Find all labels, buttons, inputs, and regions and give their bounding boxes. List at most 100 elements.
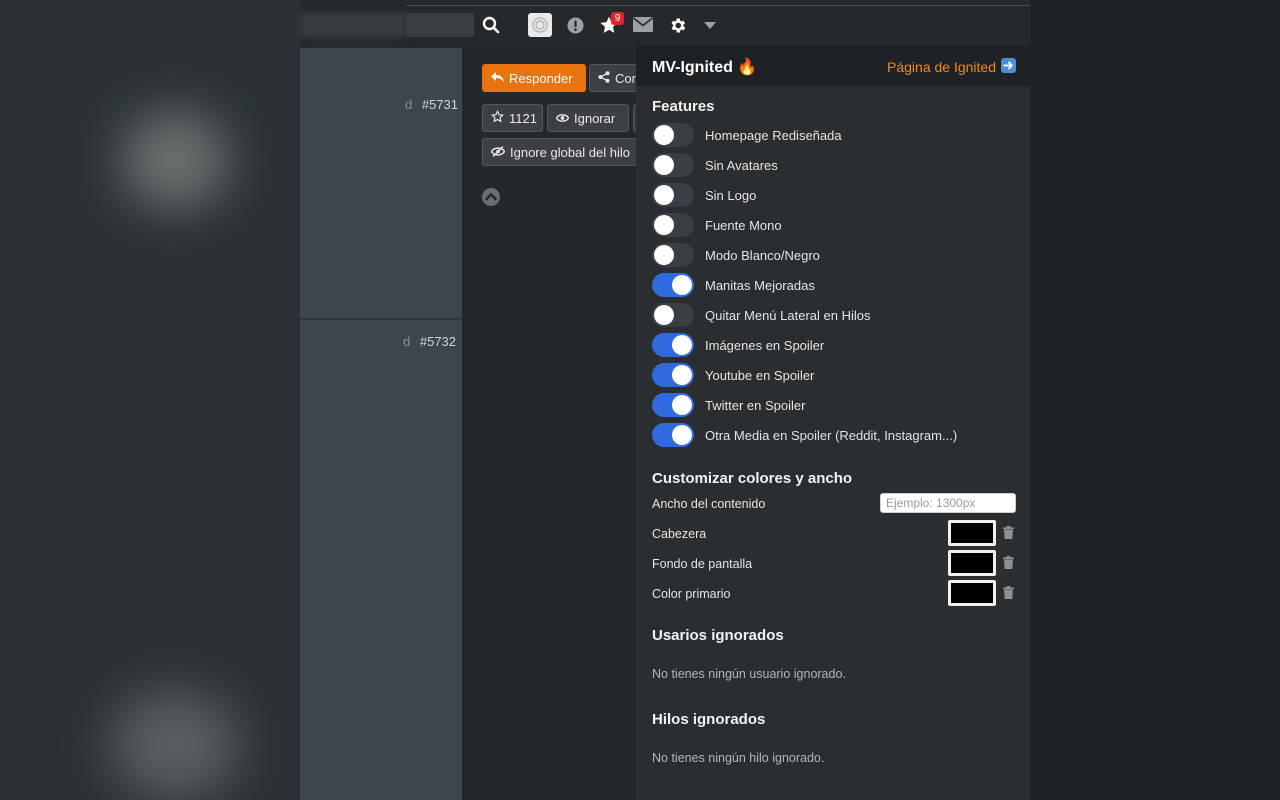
fire-icon: 🔥 [737,59,758,76]
post-number[interactable]: #5731 [422,97,458,112]
ignored-users-title: Usarios ignorados [652,627,784,644]
ignored-threads-empty: No tienes ningún hilo ignorado. [652,751,825,765]
trash-icon[interactable] [1003,556,1014,574]
share-icon [598,70,610,86]
panel-title-text: MV-Ignited [652,59,733,76]
global-ignore-label: Ignore global del hilo [510,144,630,160]
notification-badge: 9 [611,12,624,25]
post-separator [300,318,462,320]
favorites-count: 1121 [509,110,537,126]
reply-button[interactable]: Responder [482,64,586,92]
feature-label: Quitar Menú Lateral en Hilos [705,307,871,323]
feature-label: Manitas Mejoradas [705,277,815,293]
blurred-sidebar [0,0,300,800]
trash-icon[interactable] [1003,526,1014,544]
trash-icon[interactable] [1003,586,1014,604]
search-icon[interactable] [481,15,501,35]
toggle-knob [672,365,692,385]
toggle-knob [654,155,674,175]
feature-label: Homepage Rediseñada [705,127,842,143]
ignited-page-link-label: Página de Ignited [887,59,996,75]
panel-title: MV-Ignited 🔥 [652,57,757,77]
width-field-label: Ancho del contenido [652,497,766,511]
feature-label: Fuente Mono [705,217,782,233]
toggle-knob [654,215,674,235]
search-input[interactable] [406,13,474,37]
feature-label: Twitter en Spoiler [705,397,806,413]
feature-toggle[interactable] [652,123,694,147]
reply-icon [491,71,504,86]
mail-icon[interactable] [633,16,653,32]
feature-toggle[interactable] [652,213,694,237]
toggle-knob [672,425,692,445]
gear-icon[interactable] [667,15,687,35]
post-partial-text: d [403,334,411,349]
feature-toggle[interactable] [652,333,694,357]
toggle-knob [672,275,692,295]
header-color-swatch[interactable] [948,520,996,546]
feature-label: Youtube en Spoiler [705,367,815,383]
eye-slash-icon [490,145,506,160]
star-outline-icon [490,109,505,126]
toggle-knob [672,335,692,355]
post-list-column [300,48,462,800]
ignore-button[interactable]: Ignorar [547,104,629,132]
feature-toggle[interactable] [652,153,694,177]
ignited-page-link[interactable]: Página de Ignited [887,58,1016,76]
feature-toggle[interactable] [652,303,694,327]
feature-row: Manitas Mejoradas [652,273,815,297]
post-number[interactable]: #5732 [420,334,456,349]
toggle-knob [672,395,692,415]
feature-row: Imágenes en Spoiler [652,333,824,357]
feature-row: Sin Avatares [652,153,778,177]
feature-label: Modo Blanco/Negro [705,247,820,263]
arrow-right-icon [1001,58,1016,76]
customize-title: Customizar colores y ancho [652,470,853,487]
color-label-header: Cabezera [652,527,707,541]
feature-row: Quitar Menú Lateral en Hilos [652,303,870,327]
post-partial-text: d [405,97,413,112]
content-width-input[interactable] [880,493,1016,513]
eye-icon [555,111,570,126]
ignored-threads-title: Hilos ignorados [652,711,766,728]
panel-header: MV-Ignited 🔥 Página de Ignited [636,46,1030,86]
feature-label: Sin Logo [705,187,757,203]
features-title: Features [652,98,715,115]
feature-label: Imágenes en Spoiler [705,337,825,353]
background-color-swatch[interactable] [948,550,996,576]
avatar[interactable] [528,13,552,37]
blurred-avatar [120,110,230,210]
feature-toggle[interactable] [652,183,694,207]
reply-label: Responder [509,70,573,86]
page-background-right [1030,0,1280,800]
ignore-label: Ignorar [574,110,616,126]
global-ignore-button[interactable]: Ignore global del hilo [482,138,649,166]
feature-toggle[interactable] [652,243,694,267]
feature-row: Homepage Rediseñada [652,123,842,147]
toggle-knob [654,245,674,265]
scroll-up-icon[interactable] [482,188,500,206]
toggle-knob [654,305,674,325]
feature-label: Otra Media en Spoiler (Reddit, Instagram… [705,427,958,443]
blurred-avatar [110,690,240,800]
feature-row: Modo Blanco/Negro [652,243,820,267]
primary-color-swatch[interactable] [948,580,996,606]
feature-row: Fuente Mono [652,213,782,237]
favorite-button[interactable]: 1121 [482,104,543,132]
feature-toggle[interactable] [652,393,694,417]
color-label-background: Fondo de pantalla [652,557,753,571]
ignored-users-empty: No tienes ningún usuario ignorado. [652,667,846,681]
feature-label: Sin Avatares [705,157,778,173]
post-header: d #5732 [403,334,456,349]
feature-toggle[interactable] [652,363,694,387]
feature-row: Youtube en Spoiler [652,363,814,387]
feature-row: Otra Media en Spoiler (Reddit, Instagram… [652,423,957,447]
blurred-search-text [300,13,406,37]
alert-icon[interactable] [566,16,584,34]
toggle-knob [654,185,674,205]
settings-panel: MV-Ignited 🔥 Página de Ignited Features … [636,46,1030,800]
feature-toggle[interactable] [652,273,694,297]
feature-toggle[interactable] [652,423,694,447]
caret-down-icon[interactable] [703,20,717,30]
color-label-primary: Color primario [652,587,731,601]
